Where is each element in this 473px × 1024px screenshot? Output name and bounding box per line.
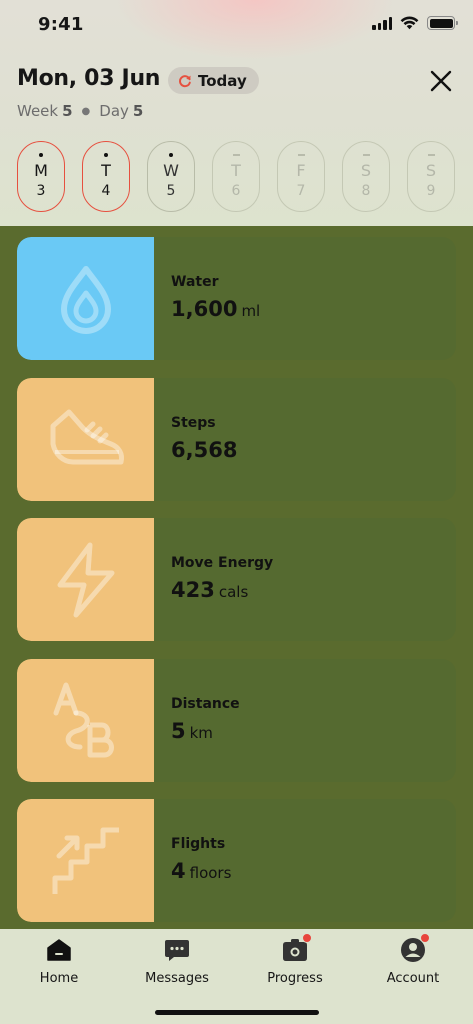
flights-tile — [17, 799, 154, 922]
metric-cards: Water 1,600 ml Steps 6,568 Move Energy 42… — [17, 237, 456, 940]
day-indicator — [362, 154, 370, 156]
day-pill-4[interactable]: T 6 — [212, 141, 260, 212]
water-tile — [17, 237, 154, 360]
metric-value: 6,568 — [171, 437, 238, 462]
tab-label: Progress — [267, 971, 323, 986]
day-letter: F — [296, 161, 306, 180]
week-day-info: Week 5 ● Day 5 — [17, 102, 143, 120]
notification-badge — [420, 933, 430, 943]
tab-account[interactable]: Account — [354, 933, 472, 986]
day-pill-5[interactable]: F 7 — [277, 141, 325, 212]
account-icon-wrap — [400, 933, 430, 963]
refresh-icon — [179, 74, 191, 87]
home-indicator — [155, 1010, 319, 1015]
battery-icon — [427, 16, 458, 30]
metric-value: 5 km — [171, 718, 213, 743]
day-pill-2[interactable]: T 4 — [82, 141, 130, 212]
day-number: 9 — [426, 183, 436, 199]
day-indicator — [297, 154, 305, 156]
day-label: Day — [99, 102, 129, 120]
metric-value: 4 floors — [171, 859, 232, 883]
day-letter: W — [163, 161, 179, 180]
close-icon[interactable] — [428, 68, 454, 94]
lightning-icon — [57, 542, 114, 617]
day-pill-7[interactable]: S 9 — [407, 141, 455, 212]
tab-label: Home — [39, 971, 79, 986]
distance-tile — [17, 658, 154, 782]
day-pill-3[interactable]: W 5 — [147, 141, 195, 212]
day-number: 7 — [296, 183, 306, 199]
chat-icon — [165, 940, 189, 961]
day-pill-1[interactable]: M 3 — [17, 141, 65, 212]
tab-home[interactable]: Home — [0, 937, 118, 986]
day-number: 6 — [231, 183, 241, 199]
day-number: 5 — [132, 102, 144, 120]
metric-label: Distance — [171, 695, 240, 712]
day-letter: S — [425, 161, 437, 180]
day-letter: T — [231, 161, 241, 180]
week-label: Week — [17, 102, 59, 120]
status-bar: 9:41 — [0, 0, 473, 50]
energy-tile — [17, 518, 154, 641]
day-letter: M — [34, 161, 48, 180]
day-number: 3 — [36, 183, 46, 199]
day-number: 8 — [361, 183, 371, 199]
tab-label: Account — [386, 971, 440, 986]
status-time: 9:41 — [38, 14, 84, 35]
day-indicator — [169, 153, 173, 157]
header-area: 9:41 Mon, 03 Jun Today Week 5 ● Day 5 M … — [0, 0, 473, 226]
water-card[interactable]: Water 1,600 ml — [17, 237, 456, 360]
water-drop-icon — [60, 265, 111, 334]
day-indicator — [232, 154, 240, 156]
day-pill-6[interactable]: S 8 — [342, 141, 390, 212]
wifi-icon — [400, 16, 419, 30]
tab-messages[interactable]: Messages — [118, 937, 236, 986]
metric-label: Move Energy — [171, 555, 274, 571]
page-title: Mon, 03 Jun — [17, 66, 161, 91]
tab-label: Messages — [145, 971, 209, 986]
metric-label: Water — [171, 274, 219, 290]
a-to-b-icon — [53, 682, 114, 758]
separator-dot: ● — [81, 105, 91, 117]
today-label: Today — [198, 71, 247, 90]
sneaker-icon — [50, 409, 124, 465]
tab-progress[interactable]: Progress — [236, 933, 354, 986]
steps-tile — [17, 377, 154, 501]
stairs-icon — [52, 827, 119, 894]
steps-card[interactable]: Steps 6,568 — [17, 377, 456, 501]
home-icon — [47, 939, 71, 961]
notification-badge — [302, 933, 312, 943]
tab-bar: Home Messages Progress Account — [0, 929, 473, 1024]
day-indicator — [39, 153, 43, 157]
signal-icon — [372, 16, 392, 30]
metric-label: Steps — [171, 414, 216, 431]
day-indicator — [104, 153, 108, 157]
metric-label: Flights — [171, 836, 226, 852]
day-number: 4 — [101, 183, 111, 199]
status-icons — [372, 16, 458, 30]
flights-card[interactable]: Flights 4 floors — [17, 799, 456, 922]
metric-value: 1,600 ml — [171, 297, 261, 321]
today-button[interactable]: Today — [168, 67, 259, 94]
day-number: 5 — [166, 183, 176, 199]
day-letter: T — [101, 161, 111, 180]
day-letter: S — [360, 161, 372, 180]
progress-icon-wrap — [282, 933, 312, 963]
week-number: 5 — [62, 102, 73, 120]
metric-value: 423 cals — [171, 578, 249, 602]
day-indicator — [427, 154, 435, 156]
day-selector: M 3 T 4 W 5 T 6 F 7 S 8 S 9 — [17, 141, 455, 212]
energy-card[interactable]: Move Energy 423 cals — [17, 518, 456, 641]
distance-card[interactable]: Distance 5 km — [17, 658, 456, 782]
